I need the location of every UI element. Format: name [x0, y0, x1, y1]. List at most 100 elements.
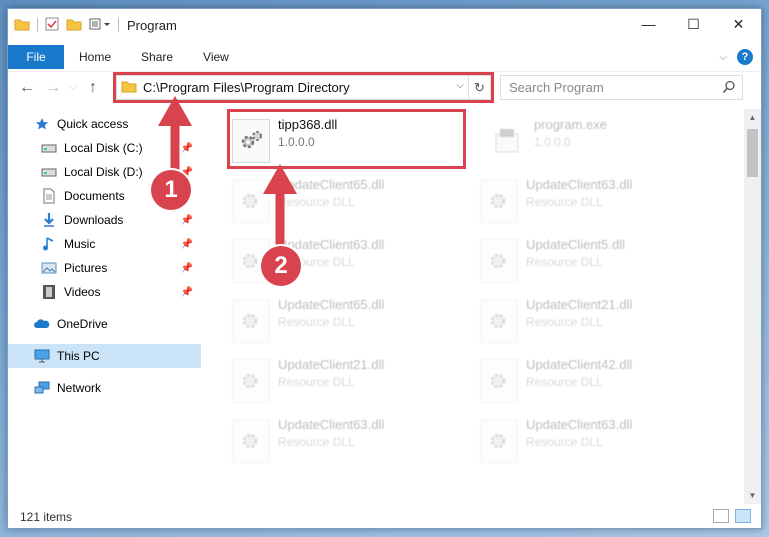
help-icon[interactable]: ?	[737, 49, 753, 65]
nav-label: Local Disk (C:)	[64, 141, 143, 155]
nav-this-pc[interactable]: This PC	[8, 344, 201, 368]
details-view-icon[interactable]	[713, 509, 729, 523]
large-icons-view-icon[interactable]	[735, 509, 751, 523]
nav-videos[interactable]: Videos 📌	[8, 280, 201, 304]
nav-label: Downloads	[64, 213, 124, 227]
search-input[interactable]	[509, 80, 709, 95]
search-icon[interactable]	[722, 80, 736, 97]
exe-icon	[488, 119, 526, 163]
dll-gear-icon	[232, 419, 270, 463]
file-description: Resource DLL	[278, 315, 355, 329]
expand-ribbon-chevron-icon[interactable]: ⌵	[719, 52, 727, 63]
nav-label: OneDrive	[57, 317, 108, 331]
maximize-button[interactable]: ☐	[671, 9, 716, 39]
nav-downloads[interactable]: Downloads 📌	[8, 208, 201, 232]
file-name: UpdateClient21.dll	[278, 357, 385, 372]
nav-label: This PC	[57, 349, 100, 363]
file-explorer-window: Program — ☐ ✕ File Home Share View ⌵ ? ←…	[7, 8, 762, 529]
nav-onedrive[interactable]: OneDrive	[8, 312, 201, 336]
up-arrow-icon[interactable]: ↑	[80, 79, 106, 97]
file-item-program-exe[interactable]: program.exe 1.0.0.0	[482, 111, 722, 169]
download-arrow-icon	[41, 212, 57, 228]
step-badge-2: 2	[261, 246, 301, 286]
search-box[interactable]	[500, 75, 743, 100]
dll-gear-icon	[480, 359, 518, 403]
file-item[interactable]: UpdateClient21.dll Resource DLL	[474, 291, 714, 349]
nav-pictures[interactable]: Pictures 📌	[8, 256, 201, 280]
scroll-down-arrow-icon[interactable]: ▼	[744, 487, 761, 504]
nav-label: Music	[64, 237, 96, 251]
file-item[interactable]: UpdateClient63.dll Resource DLL	[474, 171, 714, 229]
annotation-arrow-2	[263, 164, 297, 260]
monitor-icon	[34, 348, 50, 364]
title-bar: Program — ☐ ✕	[8, 9, 761, 41]
dll-gear-icon	[480, 179, 518, 223]
nav-music[interactable]: Music 📌	[8, 232, 201, 256]
customize-toolbar-icon[interactable]	[89, 17, 111, 34]
forward-arrow-icon[interactable]: →	[40, 79, 66, 97]
file-item[interactable]: UpdateClient21.dll Resource DLL	[226, 351, 466, 409]
file-item[interactable]: UpdateClient65.dll Resource DLL	[226, 291, 466, 349]
nav-label: Videos	[64, 285, 101, 299]
vertical-scrollbar[interactable]: ▲ ▼	[744, 109, 761, 504]
dll-gear-icon	[480, 419, 518, 463]
file-description: Resource DLL	[278, 435, 355, 449]
music-note-icon	[41, 236, 57, 252]
new-folder-icon[interactable]	[66, 17, 82, 34]
pin-icon[interactable]: 📌	[181, 287, 193, 298]
dll-gear-icon	[232, 359, 270, 403]
file-item[interactable]: UpdateClient63.dll Resource DLL	[226, 411, 466, 469]
file-name: UpdateClient42.dll	[526, 357, 633, 372]
toolbar-divider	[118, 18, 119, 32]
file-item[interactable]: UpdateClient63.dll Resource DLL	[474, 411, 714, 469]
pin-icon[interactable]: 📌	[181, 239, 193, 250]
scroll-up-arrow-icon[interactable]: ▲	[744, 109, 761, 126]
quick-access-toolbar	[14, 17, 119, 34]
close-button[interactable]: ✕	[716, 9, 761, 39]
file-description: Resource DLL	[526, 435, 603, 449]
network-icon	[34, 380, 50, 396]
nav-network[interactable]: Network	[8, 376, 201, 400]
drive-icon	[41, 140, 57, 156]
nav-label: Pictures	[64, 261, 108, 275]
nav-label: Quick access	[57, 117, 129, 131]
film-icon	[41, 284, 57, 300]
cloud-icon	[34, 316, 50, 332]
file-item[interactable]: UpdateClient42.dll Resource DLL	[474, 351, 714, 409]
ribbon-right-controls: ⌵ ?	[719, 49, 753, 65]
folder-icon	[14, 17, 30, 34]
pin-icon[interactable]: 📌	[181, 215, 193, 226]
file-description: Resource DLL	[526, 375, 603, 389]
tab-file[interactable]: File	[8, 45, 64, 69]
window-title: Program	[127, 17, 177, 33]
back-arrow-icon[interactable]: ←	[14, 79, 40, 97]
dll-gear-icon	[232, 299, 270, 343]
tab-home[interactable]: Home	[64, 45, 126, 69]
file-description: Resource DLL	[278, 375, 355, 389]
drive-icon	[41, 164, 57, 180]
recent-locations-chevron-icon[interactable]: ⌵	[66, 82, 80, 93]
file-item[interactable]: UpdateClient5.dll Resource DLL	[474, 231, 714, 289]
file-description: Resource DLL	[526, 255, 603, 269]
file-description: 1.0.0.0	[534, 135, 571, 149]
pin-icon[interactable]: 📌	[181, 263, 193, 274]
nav-label: Documents	[64, 189, 125, 203]
nav-label: Local Disk (D:)	[64, 165, 143, 179]
pictures-icon	[41, 260, 57, 276]
tab-share[interactable]: Share	[126, 45, 188, 69]
properties-icon[interactable]	[45, 17, 59, 34]
documents-icon	[41, 188, 57, 204]
file-name: UpdateClient21.dll	[526, 297, 633, 312]
navigation-bar: ← → ⌵ ↑ C:\Program Files\Program Directo…	[8, 71, 761, 103]
nav-label: Network	[57, 381, 102, 395]
dll-gear-icon	[480, 239, 518, 283]
toolbar-divider	[37, 18, 38, 32]
scrollbar-thumb[interactable]	[747, 129, 758, 177]
minimize-button[interactable]: —	[626, 9, 671, 39]
file-description: Resource DLL	[526, 195, 603, 209]
file-name: program.exe	[534, 117, 607, 132]
tab-view[interactable]: View	[188, 45, 244, 69]
star-icon	[34, 116, 50, 132]
dll-gear-icon	[480, 299, 518, 343]
file-name: UpdateClient65.dll	[278, 297, 385, 312]
